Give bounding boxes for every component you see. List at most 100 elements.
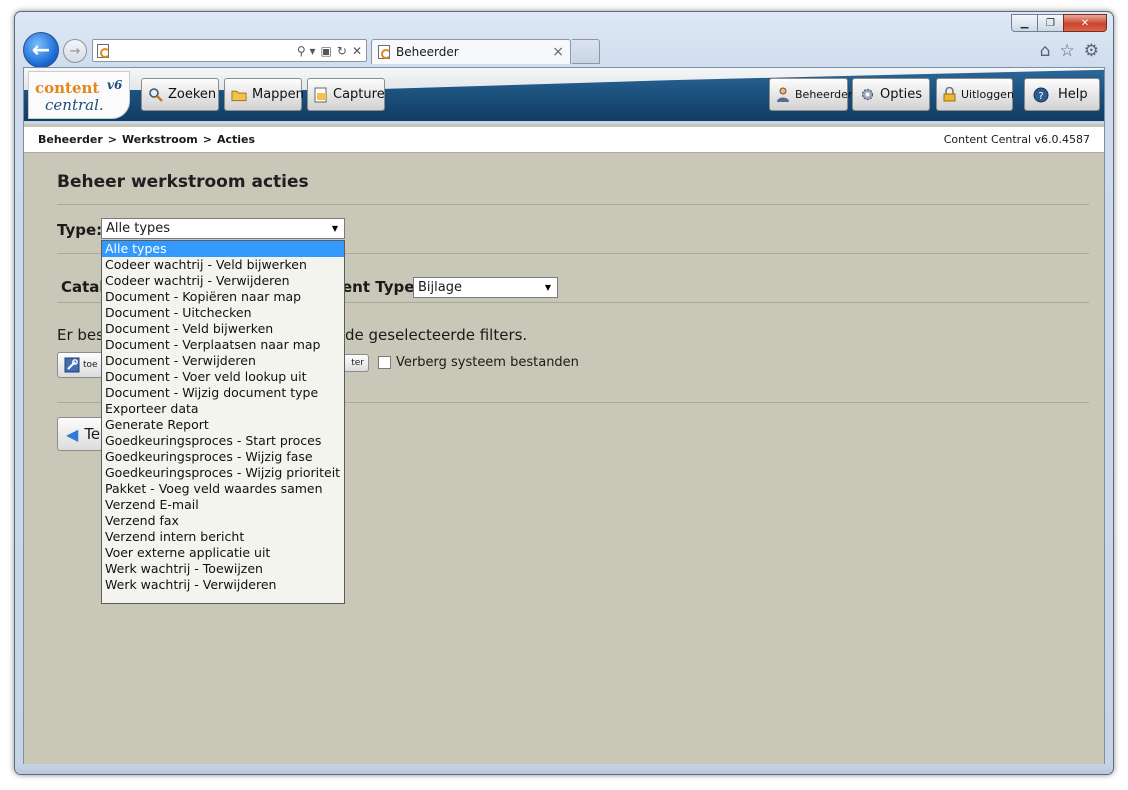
- content-type-value: Bijlage: [418, 280, 462, 295]
- add-action-label: toe: [83, 360, 98, 370]
- opties-label: Opties: [880, 87, 922, 102]
- dropdown-option[interactable]: Verzend E-mail: [102, 497, 344, 513]
- opties-button[interactable]: Opties: [852, 78, 930, 111]
- arrow-left-icon: ←: [31, 37, 51, 63]
- info-text-start: Er bes: [57, 326, 104, 344]
- divider: [57, 204, 1089, 205]
- dropdown-option[interactable]: Document - Voer veld lookup uit: [102, 369, 344, 385]
- add-action-button[interactable]: toe: [57, 352, 107, 378]
- forward-button[interactable]: →: [63, 39, 87, 63]
- dropdown-option[interactable]: Document - Wijzig document type: [102, 385, 344, 401]
- breadcrumb-acties: Acties: [216, 133, 256, 146]
- chevron-down-icon[interactable]: ▼: [327, 220, 343, 237]
- dropdown-option[interactable]: Verzend fax: [102, 513, 344, 529]
- logo-version: v6: [107, 78, 123, 92]
- close-window-button[interactable]: ✕: [1063, 14, 1107, 32]
- help-button[interactable]: ? Help: [1024, 78, 1100, 111]
- content-central-logo: content central. v6: [28, 71, 130, 119]
- zoeken-button[interactable]: Zoeken: [141, 78, 219, 111]
- uitloggen-label: Uitloggen: [961, 88, 1014, 101]
- dropdown-option[interactable]: Document - Verplaatsen naar map: [102, 337, 344, 353]
- browser-window: ▁ ❐ ✕ ← → ⚲ ▾ ▣ ↻ ✕ Beheerder × ⌂ ☆ ⚙ co…: [14, 11, 1114, 775]
- app-header: content central. v6 Zoeken Mappen Captur…: [24, 68, 1104, 124]
- breadcrumb-werkstroom[interactable]: Werkstroom: [122, 133, 198, 146]
- search-icon: [148, 87, 163, 103]
- capture-button[interactable]: Capture: [307, 78, 385, 111]
- folder-icon: [231, 87, 247, 103]
- home-icon[interactable]: ⌂: [1040, 41, 1051, 61]
- mappen-label: Mappen: [252, 87, 304, 102]
- dropdown-option[interactable]: Generate Report: [102, 417, 344, 433]
- dropdown-option[interactable]: Pakket - Voeg veld waardes samen: [102, 481, 344, 497]
- address-input[interactable]: [113, 42, 297, 59]
- lock-icon: [943, 87, 956, 103]
- filter-button-label: ter: [351, 358, 364, 368]
- dropdown-option[interactable]: Verzend intern bericht: [102, 529, 344, 545]
- type-dropdown-list: Alle types Codeer wachtrij - Veld bijwerk…: [101, 240, 345, 604]
- content-type-select[interactable]: Bijlage ▼: [413, 277, 558, 298]
- user-icon: [776, 87, 790, 103]
- minimize-button[interactable]: ▁: [1011, 14, 1038, 32]
- tools-icon: [64, 357, 80, 373]
- mappen-button[interactable]: Mappen: [224, 78, 304, 111]
- dropdown-option[interactable]: Document - Uitchecken: [102, 305, 344, 321]
- catalog-label: Catal: [61, 278, 105, 296]
- capture-icon: [314, 87, 328, 103]
- browser-tab[interactable]: Beheerder ×: [371, 39, 571, 64]
- page-content: content central. v6 Zoeken Mappen Captur…: [23, 67, 1105, 767]
- hide-system-checkbox[interactable]: [378, 356, 391, 369]
- address-bar[interactable]: ⚲ ▾ ▣ ↻ ✕: [92, 39, 367, 62]
- hide-system-label: Verberg systeem bestanden: [396, 355, 579, 370]
- dropdown-option[interactable]: Goedkeuringsproces - Wijzig fase: [102, 449, 344, 465]
- back-to-button[interactable]: ◀ Te: [57, 417, 107, 451]
- page-title: Beheer werkstroom acties: [57, 172, 309, 192]
- window-caption-buttons: ▁ ❐ ✕: [1011, 14, 1107, 32]
- dropdown-option[interactable]: Exporteer data: [102, 401, 344, 417]
- beheerder-label: Beheerder: [795, 88, 853, 101]
- refresh-icon[interactable]: ↻: [337, 44, 347, 58]
- info-text-end: de geselecteerde filters.: [345, 326, 528, 344]
- dropdown-option[interactable]: Codeer wachtrij - Veld bijwerken: [102, 257, 344, 273]
- dropdown-option[interactable]: Document - Veld bijwerken: [102, 321, 344, 337]
- uitloggen-button[interactable]: Uitloggen: [936, 78, 1014, 111]
- settings-gear-icon[interactable]: ⚙: [1084, 41, 1099, 61]
- dropdown-option[interactable]: Werk wachtrij - Toewijzen: [102, 561, 344, 577]
- hide-system-files: Verberg systeem bestanden: [378, 355, 579, 370]
- dropdown-option[interactable]: Goedkeuringsproces - Wijzig prioriteit: [102, 465, 344, 481]
- page-icon: [97, 43, 110, 58]
- help-label: Help: [1058, 87, 1088, 102]
- tab-title: Beheerder: [396, 45, 459, 59]
- address-bar-icons: ⚲ ▾ ▣ ↻ ✕: [297, 44, 362, 58]
- back-button[interactable]: ←: [23, 32, 59, 68]
- beheerder-button[interactable]: Beheerder: [769, 78, 852, 111]
- dropdown-option[interactable]: Document - Kopiëren naar map: [102, 289, 344, 305]
- search-dropdown-icon[interactable]: ⚲ ▾: [297, 44, 316, 58]
- type-label: Type:: [57, 221, 103, 239]
- zoeken-label: Zoeken: [168, 87, 217, 102]
- logo-line-1: content: [35, 79, 100, 97]
- type-select[interactable]: Alle types ▼: [101, 218, 345, 239]
- browser-tools: ⌂ ☆ ⚙: [1040, 41, 1099, 61]
- tab-close-icon[interactable]: ×: [552, 44, 564, 60]
- filter-button[interactable]: ter: [342, 354, 369, 372]
- arrow-left-icon: ◀: [66, 424, 79, 444]
- maximize-button[interactable]: ❐: [1037, 14, 1064, 32]
- version-label: Content Central v6.0.4587: [943, 133, 1090, 146]
- stop-icon[interactable]: ✕: [352, 44, 362, 58]
- dropdown-option[interactable]: Codeer wachtrij - Verwijderen: [102, 273, 344, 289]
- dropdown-option[interactable]: Voer externe applicatie uit: [102, 545, 344, 561]
- chevron-down-icon[interactable]: ▼: [540, 279, 556, 296]
- status-bar: [15, 764, 1113, 774]
- arrow-right-icon: →: [69, 43, 81, 59]
- breadcrumb-beheerder[interactable]: Beheerder: [38, 133, 103, 146]
- dropdown-option[interactable]: Alle types: [102, 241, 344, 257]
- dropdown-option[interactable]: Document - Verwijderen: [102, 353, 344, 369]
- gear-icon: [859, 87, 875, 103]
- new-tab-button[interactable]: [572, 39, 600, 64]
- dropdown-option[interactable]: Werk wachtrij - Verwijderen: [102, 577, 344, 593]
- favorites-star-icon[interactable]: ☆: [1060, 41, 1075, 61]
- dropdown-option[interactable]: Goedkeuringsproces - Start proces: [102, 433, 344, 449]
- help-icon: ?: [1033, 87, 1049, 103]
- compatibility-icon[interactable]: ▣: [321, 44, 332, 58]
- capture-label: Capture: [333, 87, 385, 102]
